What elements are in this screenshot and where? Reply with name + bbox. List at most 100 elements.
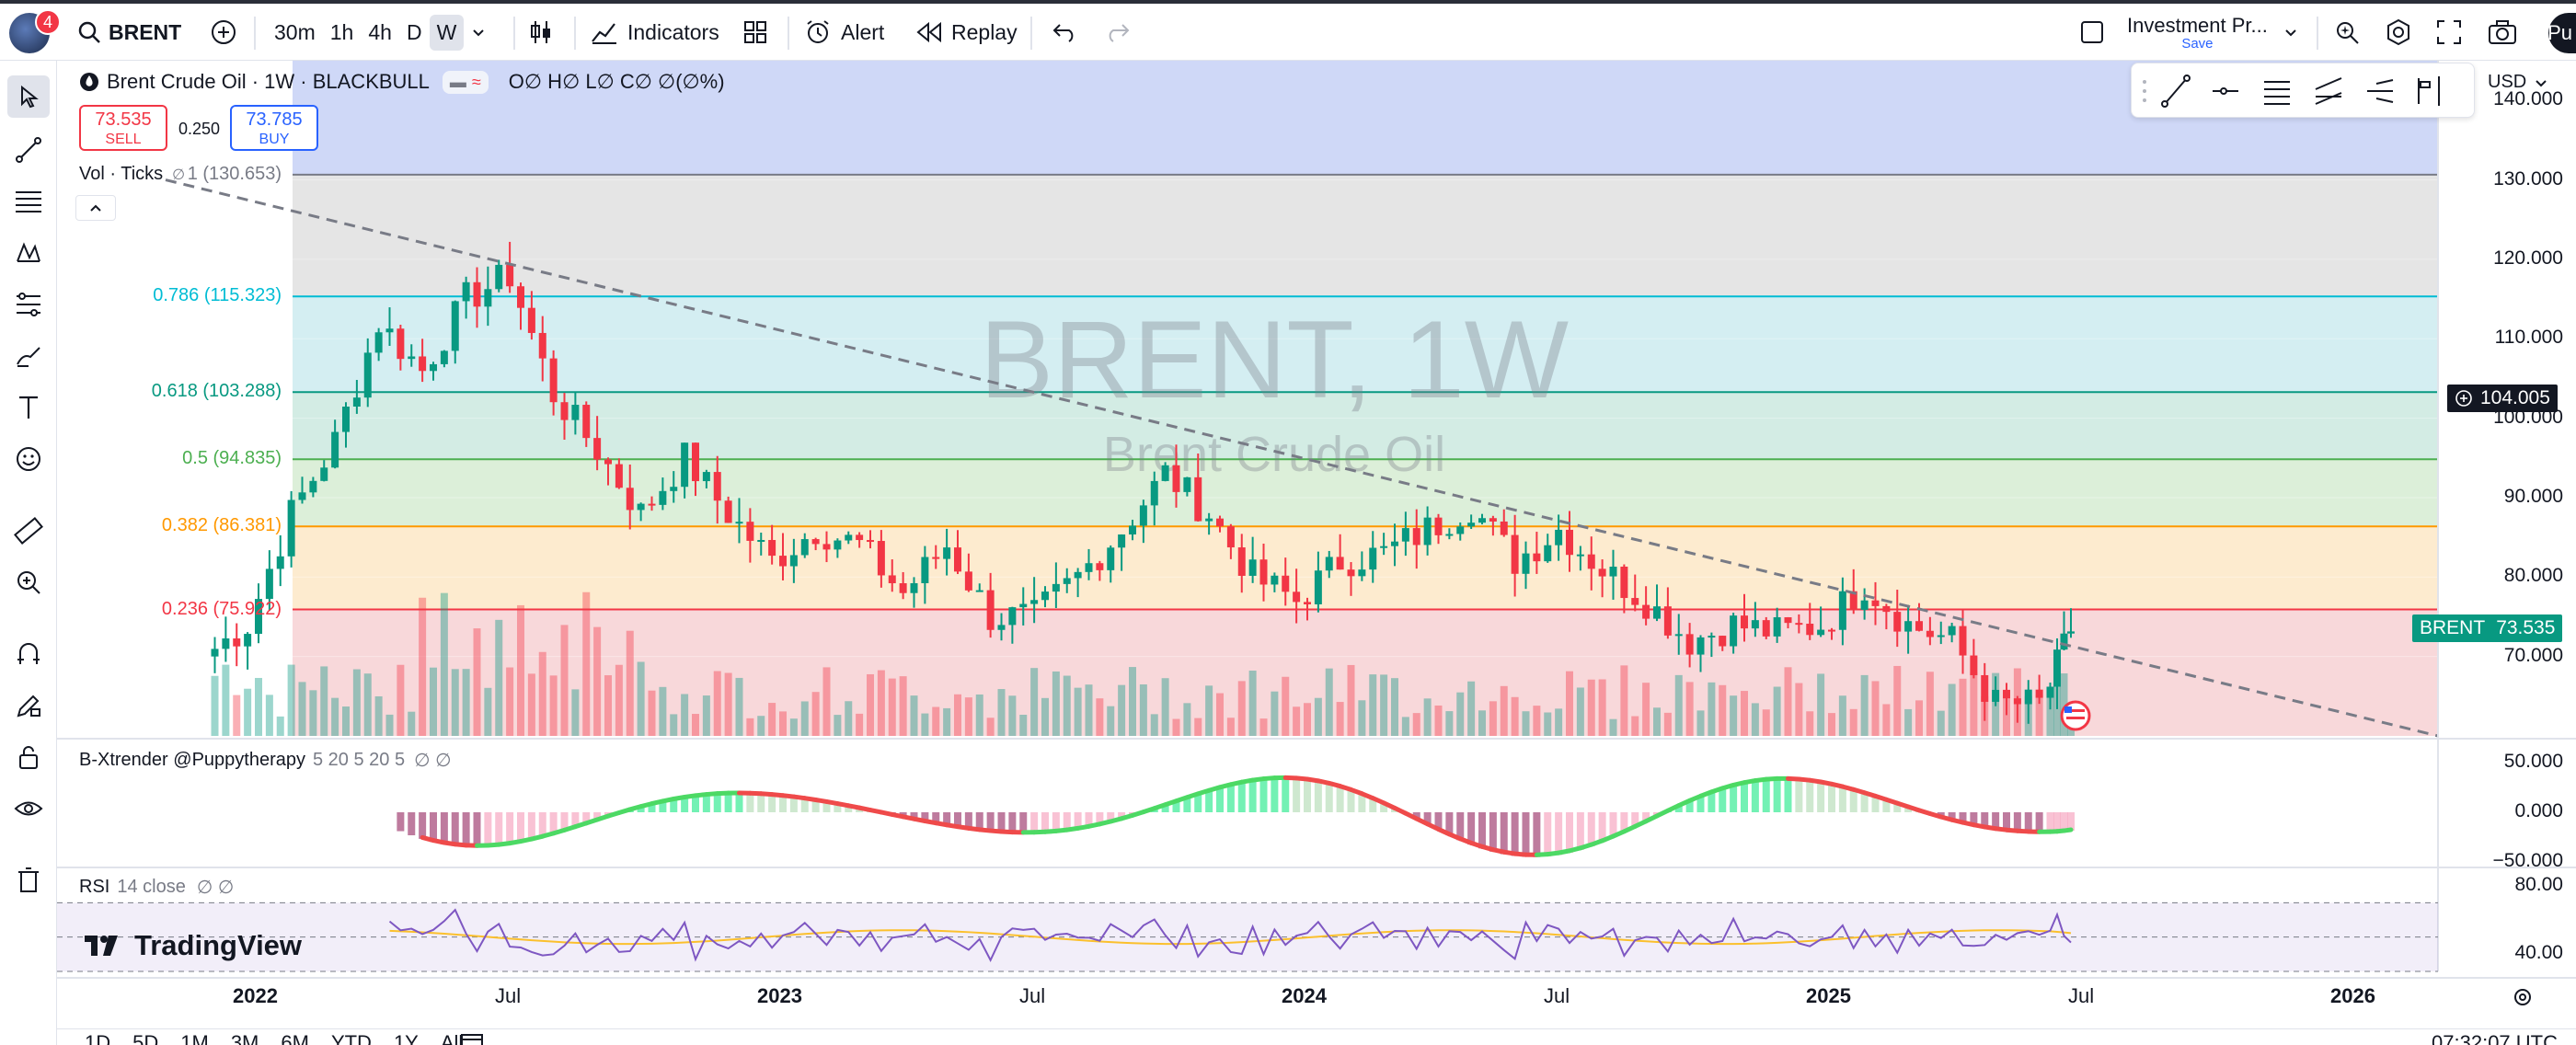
volume-bar — [1893, 665, 1902, 736]
candle-body — [1237, 547, 1246, 576]
volume-bar — [1762, 709, 1770, 736]
range-button[interactable]: 3M — [231, 1031, 259, 1045]
xtrender-bar — [1806, 778, 1814, 812]
volume-bar — [419, 597, 427, 736]
candle-body — [1139, 505, 1147, 526]
volume-bar — [800, 701, 809, 736]
xtrender-bar — [1784, 776, 1792, 812]
volume-bar — [724, 672, 732, 736]
legend-toggles[interactable]: ▬ ≈ — [442, 70, 489, 94]
event-flag[interactable] — [2060, 700, 2091, 731]
xtrender-bar — [1248, 778, 1257, 812]
candle-body — [800, 539, 809, 556]
tradingview-logo[interactable]: TradingView — [85, 929, 302, 962]
candle-body — [1730, 615, 1738, 647]
volume-bar — [1795, 683, 1803, 736]
rsi-legend[interactable]: RSI 14 close ∅ ∅ — [79, 876, 234, 899]
candle-body — [1401, 528, 1409, 542]
volume-bar — [1566, 671, 1573, 736]
fib-level-label: 0.5 (94.835) — [182, 448, 282, 469]
drawing-toolbar-icons — [2143, 75, 2440, 108]
volume-bar — [1085, 684, 1093, 736]
xtrender-legend[interactable]: B-Xtrender @Puppytherapy 5 20 5 20 5 ∅ ∅ — [79, 749, 452, 772]
xtrender-bar — [462, 812, 470, 847]
volume-legend[interactable]: Vol · Ticks ∅ — [79, 164, 185, 185]
volume-hidden-icon: ∅ — [172, 167, 186, 183]
collapse-legend-button[interactable] — [75, 195, 116, 221]
tv-logo-icon — [85, 936, 118, 956]
range-button[interactable]: 5D — [132, 1031, 158, 1045]
xtrender-bar — [1555, 812, 1563, 856]
xtrender-bar — [1828, 782, 1835, 812]
volume-bar — [1587, 679, 1595, 736]
clock[interactable]: 07:32:07 UTC — [2432, 1031, 2558, 1045]
rsi-params: 14 close — [117, 877, 186, 897]
volume-bar — [506, 667, 514, 736]
volume-bar — [1074, 687, 1082, 736]
xtrender-bar — [419, 812, 427, 839]
candle-body — [560, 402, 569, 420]
bars-pattern-icon — [2418, 76, 2440, 106]
candle-body — [408, 356, 416, 360]
xtrender-bar — [1817, 780, 1825, 812]
volume-bar — [1555, 708, 1563, 736]
line-tool-icon — [2161, 75, 2191, 108]
volume-bar — [571, 689, 580, 736]
candle-body — [1052, 583, 1060, 592]
fib-level-label: 0.786 (115.323) — [153, 285, 282, 306]
symbol-legend[interactable]: Brent Crude Oil · 1W · BLACKBULL ▬ ≈ O∅ … — [79, 70, 725, 94]
rsi-axis-label: 80.00 — [2514, 873, 2563, 895]
range-button[interactable]: 6M — [281, 1031, 309, 1045]
volume-bar — [1773, 686, 1781, 736]
volume-bar — [997, 689, 1006, 736]
xtrender-bar — [1489, 812, 1497, 852]
volume-bar — [1183, 703, 1191, 736]
candle-body — [1838, 591, 1846, 630]
volume-bar — [1096, 698, 1104, 736]
chart-canvas[interactable]: BRENT, 1W Brent Crude Oil — [0, 0, 2576, 1045]
range-button[interactable]: 1D — [85, 1031, 110, 1045]
volume-bar — [702, 695, 710, 736]
range-button[interactable]: 1M — [180, 1031, 209, 1045]
sell-button[interactable]: 73.535 SELL — [79, 105, 167, 151]
date-range-button[interactable] — [460, 1031, 484, 1045]
volume-bar — [856, 713, 864, 736]
volume-bar — [834, 715, 842, 736]
parallel-channel-icon — [2315, 77, 2342, 105]
volume-bar — [1544, 712, 1552, 736]
time-axis-label: Jul — [1544, 984, 1570, 1007]
plus-circle-icon[interactable] — [2455, 389, 2473, 408]
candle-body — [1566, 529, 1573, 556]
flag-canton — [2064, 706, 2072, 713]
candle-body — [1555, 529, 1563, 545]
volume-bar — [287, 664, 295, 736]
candle-body — [954, 547, 961, 572]
candle-body — [1653, 606, 1661, 619]
volume-bar — [495, 619, 503, 736]
volume-bar — [1719, 684, 1727, 736]
candle-body — [1970, 655, 1978, 675]
candle-body — [1096, 563, 1104, 570]
xtrender-bar — [1587, 812, 1595, 847]
candle-body — [1358, 569, 1366, 577]
minus-icon: ▬ — [449, 72, 466, 91]
fib-level-label: 1 (130.653) — [187, 163, 282, 184]
time-axis-settings-button[interactable] — [2512, 986, 2534, 1013]
volume-bar — [211, 675, 219, 736]
sell-price: 73.535 — [95, 109, 152, 130]
buy-button[interactable]: 73.785 BUY — [230, 105, 318, 151]
volume-bar — [1806, 711, 1814, 736]
candle-body — [1893, 612, 1902, 632]
candle-body — [276, 556, 284, 569]
volume-bar — [1347, 664, 1355, 736]
us-flag-icon[interactable] — [2060, 700, 2091, 731]
range-button[interactable]: 1Y — [394, 1031, 419, 1045]
last-price-value: 73.535 — [2496, 617, 2556, 639]
candle-body — [2046, 686, 2054, 698]
range-button[interactable]: YTD — [331, 1031, 372, 1045]
volume-bar — [1598, 679, 1606, 736]
volume-bar — [1467, 681, 1476, 736]
volume-bar — [1226, 718, 1235, 736]
volume-bar — [670, 714, 678, 736]
candle-body — [702, 472, 710, 482]
